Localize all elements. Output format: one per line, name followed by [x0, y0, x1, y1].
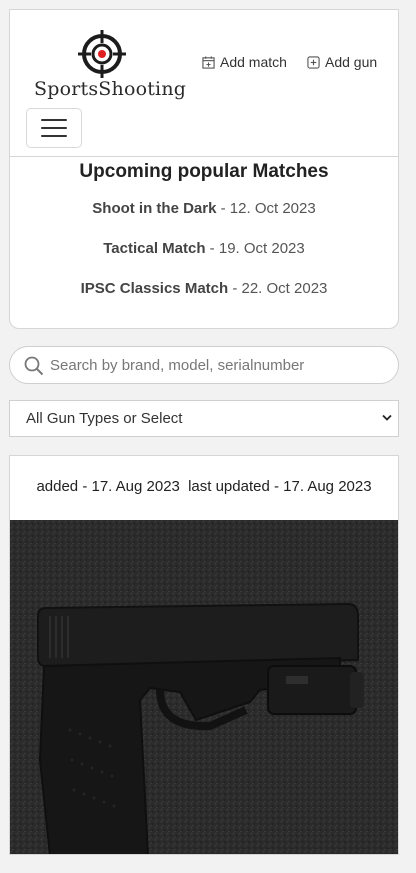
add-match-link[interactable]: Add match — [202, 54, 287, 70]
gun-dates: added - 17. Aug 2023 last updated - 17. … — [10, 478, 398, 495]
matches-title: Upcoming popular Matches — [79, 161, 329, 182]
match-date: - 12. Oct 2023 — [216, 200, 316, 217]
chevron-down-icon — [382, 414, 392, 421]
match-date: - 19. Oct 2023 — [205, 240, 305, 257]
gun-card[interactable]: added - 17. Aug 2023 last updated - 17. … — [9, 455, 399, 855]
add-gun-link[interactable]: Add gun — [307, 54, 377, 70]
match-name: Tactical Match — [103, 240, 206, 257]
search-bar — [9, 346, 399, 384]
search-input[interactable] — [50, 348, 390, 382]
hamburger-icon — [41, 119, 67, 121]
match-name: IPSC Classics Match — [80, 280, 229, 297]
calendar-plus-icon — [202, 55, 215, 69]
add-match-label: Add match — [220, 54, 287, 70]
hamburger-icon-bar — [41, 135, 67, 137]
match-date: - 22. Oct 2023 — [228, 280, 328, 297]
crosshair-icon — [78, 30, 126, 78]
gun-type-selected: All Gun Types or Select — [26, 410, 183, 427]
gun-type-select[interactable]: All Gun Types or Select — [9, 400, 399, 437]
updated-date: last updated - 17. Aug 2023 — [188, 478, 372, 495]
hamburger-icon-bar — [41, 127, 67, 129]
page: SportsShooting Add match Add gun Upcomin… — [0, 0, 416, 873]
brand-logo[interactable]: SportsShooting — [32, 28, 187, 108]
add-gun-label: Add gun — [325, 54, 378, 70]
top-card: SportsShooting Add match Add gun Upcomin… — [9, 9, 399, 329]
match-item[interactable]: Tactical Match - 19. Oct 2023 — [10, 229, 398, 269]
navbar: SportsShooting Add match Add gun — [10, 10, 398, 157]
match-item[interactable]: Shoot in the Dark - 12. Oct 2023 — [10, 189, 398, 229]
gun-photo[interactable] — [10, 520, 398, 854]
match-name: Shoot in the Dark — [92, 200, 217, 217]
match-item[interactable]: IPSC Classics Match - 22. Oct 2023 — [10, 269, 398, 309]
plus-square-icon — [307, 55, 320, 69]
search-icon — [24, 356, 44, 376]
added-date: added - 17. Aug 2023 — [36, 478, 180, 495]
upcoming-matches: Upcoming popular Matches Shoot in the Da… — [10, 158, 398, 309]
menu-toggle-button[interactable] — [26, 108, 82, 148]
pistol-image — [10, 520, 398, 854]
brand-name: SportsShooting — [34, 78, 187, 100]
